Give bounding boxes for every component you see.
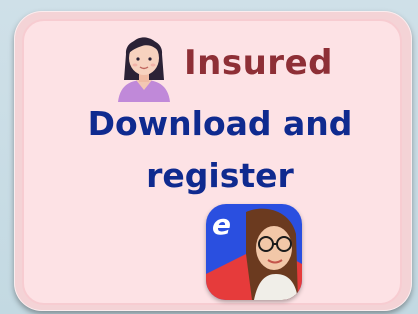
woman-avatar-icon bbox=[112, 24, 176, 102]
download-register-instruction: Download and register bbox=[87, 104, 353, 195]
app-logo-icon[interactable]: e bbox=[206, 204, 302, 300]
role-header: Insured bbox=[112, 24, 333, 102]
role-label: Insured bbox=[184, 43, 333, 83]
app-letter: e bbox=[212, 208, 231, 241]
